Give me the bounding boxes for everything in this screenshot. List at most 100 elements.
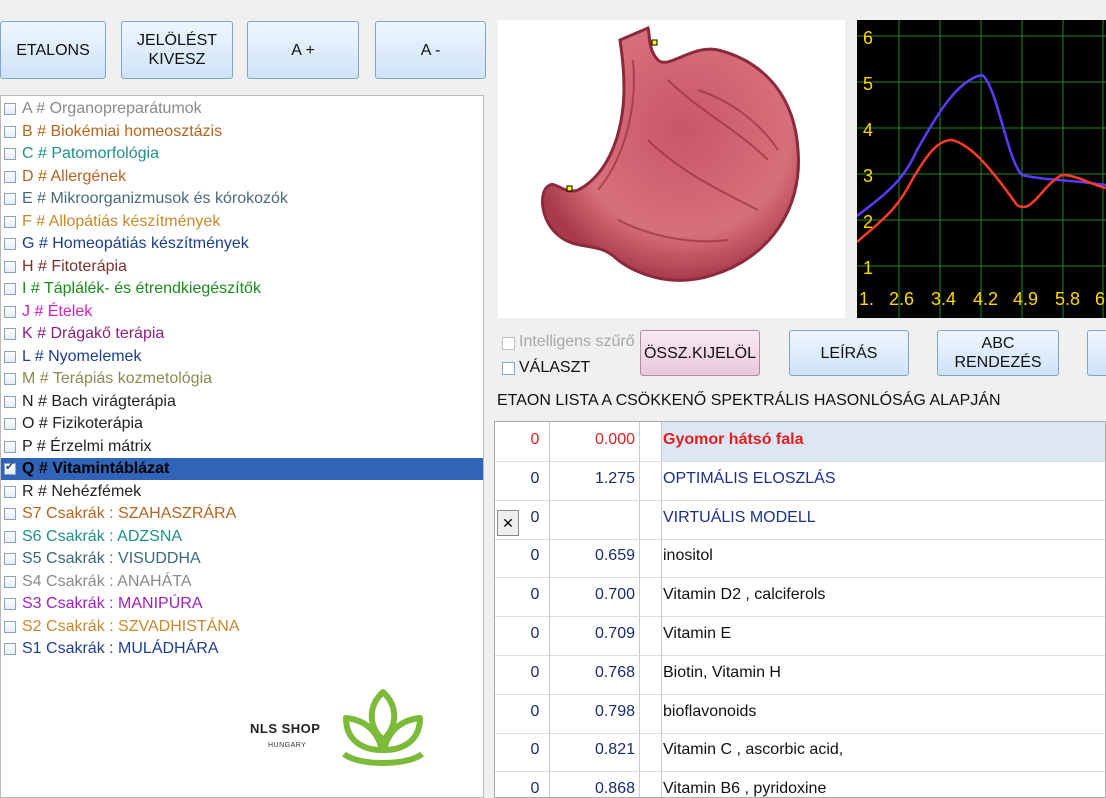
graph-y-tick: 6 bbox=[863, 28, 873, 48]
graph-x-tick: 4.9 bbox=[1013, 289, 1038, 309]
row-value: 0.709 bbox=[594, 625, 635, 642]
graph-y-tick: 3 bbox=[863, 166, 873, 186]
category-item[interactable]: P # Érzelmi mátrix bbox=[1, 436, 483, 458]
etalons-button[interactable]: ETALONS bbox=[0, 21, 106, 79]
etalon-table[interactable]: 0 0.000 Gyomor hátsó fala 0 1.275 OPTIMÁLIS E… bbox=[494, 421, 1106, 798]
row-value: 0.868 bbox=[594, 780, 635, 798]
category-item[interactable]: M # Terápiás kozmetológia bbox=[1, 368, 483, 390]
category-checkbox[interactable] bbox=[4, 440, 16, 453]
category-checkbox[interactable] bbox=[4, 103, 16, 115]
row-name: inositol bbox=[663, 547, 713, 565]
close-icon[interactable]: ✕ bbox=[497, 509, 519, 536]
valaszt-checkbox[interactable] bbox=[502, 362, 515, 375]
graph-x-tick: 4.2 bbox=[973, 289, 998, 309]
category-item[interactable]: S6 Csakrák : ADZSNA bbox=[1, 526, 483, 548]
category-label: J # Ételek bbox=[22, 302, 93, 320]
table-row[interactable]: 0 0.768 Biotin, Vitamin H bbox=[495, 655, 1105, 695]
stomach-image[interactable] bbox=[498, 20, 845, 318]
category-checkbox[interactable] bbox=[4, 485, 16, 498]
table-row[interactable]: 0 1.275 OPTIMÁLIS ELOSZLÁS bbox=[495, 461, 1105, 501]
category-checkbox[interactable] bbox=[4, 305, 16, 318]
category-item[interactable]: R # Nehézfémek bbox=[1, 481, 483, 503]
category-label: S3 Csakrák : MANIPÚRA bbox=[22, 595, 203, 612]
category-label: B # Biokémiai homeosztázis bbox=[22, 122, 223, 140]
table-row[interactable]: ✕ 0 VIRTUÁLIS MODELL bbox=[495, 500, 1105, 540]
stomach-illustration bbox=[540, 25, 800, 282]
category-item[interactable]: C # Patomorfológia bbox=[1, 143, 483, 165]
category-item[interactable]: H # Fitoterápia bbox=[1, 256, 483, 278]
category-checkbox[interactable] bbox=[4, 395, 16, 408]
table-row[interactable]: 0 0.000 Gyomor hátsó fala bbox=[495, 422, 1105, 462]
a-plus-button[interactable]: A + bbox=[247, 21, 359, 79]
category-item[interactable]: K # Drágakő terápia bbox=[1, 323, 483, 345]
category-checkbox[interactable] bbox=[4, 460, 16, 475]
row-count: 0 bbox=[530, 431, 540, 448]
category-item[interactable]: S3 Csakrák : MANIPÚRA bbox=[1, 593, 483, 615]
category-checkbox[interactable] bbox=[4, 260, 16, 273]
category-checkbox[interactable] bbox=[4, 373, 16, 385]
select-all-button[interactable]: ÖSSZ.KIJELÖL bbox=[640, 330, 760, 376]
category-item[interactable]: F # Allopátiás készítmények bbox=[1, 211, 483, 233]
category-item[interactable]: S5 Csakrák : VISUDDHA bbox=[1, 548, 483, 570]
category-checkbox[interactable] bbox=[4, 350, 16, 363]
extra-button[interactable] bbox=[1087, 330, 1106, 376]
row-value: 0.768 bbox=[594, 663, 635, 681]
remove-selection-button[interactable]: JELÖLÉST KIVESZ bbox=[121, 21, 233, 79]
category-item[interactable]: L # Nyomelemek bbox=[1, 346, 483, 368]
category-checkbox[interactable] bbox=[4, 508, 16, 520]
category-item[interactable]: Q # Vitamintáblázat bbox=[1, 458, 483, 480]
table-row[interactable]: 0 0.798 bioflavonoids bbox=[495, 694, 1105, 734]
row-count: 0 bbox=[530, 702, 540, 720]
row-count: 0 bbox=[530, 586, 540, 604]
table-row[interactable]: 0 0.659 inositol bbox=[495, 538, 1105, 579]
description-button[interactable]: LEÍRÁS bbox=[789, 330, 909, 376]
intelligens-checkbox[interactable] bbox=[502, 337, 515, 350]
category-checkbox[interactable] bbox=[4, 418, 16, 430]
category-item[interactable]: D # Allergének bbox=[1, 166, 483, 188]
spectral-graph-svg: 6 5 4 3 2 1 1. 2.6 3.4 4.2 4.9 5.8 6 bbox=[856, 20, 1106, 318]
category-item[interactable]: A # Organopreparátumok bbox=[1, 98, 483, 120]
category-checkbox[interactable] bbox=[4, 575, 16, 588]
category-checkbox[interactable] bbox=[4, 283, 16, 295]
category-item[interactable]: S7 Csakrák : SZAHASZRÁRA bbox=[1, 503, 483, 525]
list-heading: ETAON LISTA A CSÖKKENŐ SPEKTRÁLIS HASONL… bbox=[497, 392, 1001, 409]
category-item[interactable]: S4 Csakrák : ANAHÁTA bbox=[1, 571, 483, 593]
table-row[interactable]: 0 0.700 Vitamin D2 , calciferols bbox=[495, 577, 1105, 618]
row-value: 0.798 bbox=[594, 702, 635, 720]
category-label: S7 Csakrák : SZAHASZRÁRA bbox=[22, 505, 237, 522]
category-checkbox[interactable] bbox=[4, 643, 16, 655]
category-item[interactable]: I # Táplálék- és étrendkiegészítők bbox=[1, 278, 483, 300]
category-checkbox[interactable] bbox=[4, 215, 16, 228]
category-checkbox[interactable] bbox=[4, 238, 16, 250]
category-item[interactable]: E # Mikroorganizmusok és kórokozók bbox=[1, 188, 483, 210]
table-row[interactable]: 0 0.709 Vitamin E bbox=[495, 616, 1105, 656]
row-name: Vitamin E bbox=[663, 625, 732, 642]
category-item[interactable]: G # Homeopátiás készítmények bbox=[1, 233, 483, 255]
category-checkbox[interactable] bbox=[4, 553, 16, 565]
category-label: G # Homeopátiás készítmények bbox=[22, 235, 249, 252]
row-name: VIRTUÁLIS MODELL bbox=[663, 508, 816, 526]
category-item[interactable]: J # Ételek bbox=[1, 301, 483, 323]
category-checkbox[interactable] bbox=[4, 598, 16, 610]
table-row[interactable]: 0 0.821 Vitamin C , ascorbic acid, bbox=[495, 732, 1105, 773]
category-item[interactable]: B # Biokémiai homeosztázis bbox=[1, 121, 483, 143]
row-value: 0.821 bbox=[594, 741, 635, 759]
abc-sort-button[interactable]: ABC RENDEZÉS bbox=[937, 330, 1059, 376]
table-row[interactable]: 0 0.868 Vitamin B6 , pyridoxine bbox=[495, 771, 1105, 798]
category-item[interactable]: O # Fizikoterápia bbox=[1, 413, 483, 435]
category-item[interactable]: S1 Csakrák : MULÁDHÁRA bbox=[1, 638, 483, 660]
category-checkbox[interactable] bbox=[4, 530, 16, 543]
category-label: L # Nyomelemek bbox=[22, 347, 142, 365]
a-minus-button[interactable]: A - bbox=[375, 21, 486, 79]
category-label: S4 Csakrák : ANAHÁTA bbox=[22, 572, 192, 590]
row-count: 0 bbox=[530, 508, 540, 526]
category-checkbox[interactable] bbox=[4, 620, 16, 633]
category-item[interactable]: S2 Csakrák : SZVADHISTÁNA bbox=[1, 616, 483, 638]
category-item[interactable]: N # Bach virágterápia bbox=[1, 391, 483, 413]
category-checkbox[interactable] bbox=[4, 125, 16, 138]
category-checkbox[interactable] bbox=[4, 170, 16, 183]
category-checkbox[interactable] bbox=[4, 193, 16, 205]
category-label: P # Érzelmi mátrix bbox=[22, 437, 152, 455]
category-checkbox[interactable] bbox=[4, 148, 16, 160]
category-checkbox[interactable] bbox=[4, 328, 16, 340]
